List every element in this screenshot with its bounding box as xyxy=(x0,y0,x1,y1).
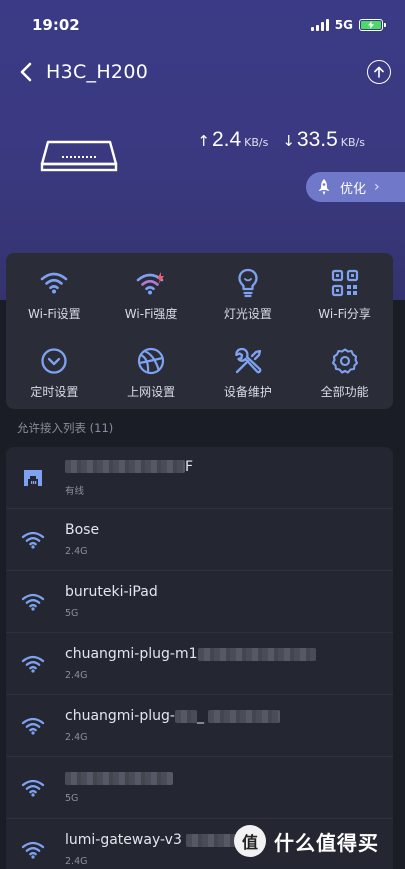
device-connection: 2.4G xyxy=(65,546,88,557)
device-name-line: lumi-gateway-v3 xyxy=(65,832,236,848)
optimize-button[interactable]: 优化 › xyxy=(306,172,405,202)
qr-code-icon xyxy=(331,269,358,296)
list-item[interactable]: 5G xyxy=(6,757,393,819)
rocket-icon xyxy=(318,179,330,195)
download-arrow-icon: ↓ xyxy=(282,132,295,150)
redacted-text xyxy=(207,709,280,723)
wifi-icon xyxy=(21,655,45,673)
device-name: chuangmi-plug- xyxy=(65,708,175,724)
clock-icon xyxy=(41,347,68,374)
quick-action-label: 设备维护 xyxy=(223,384,272,399)
quick-action-label: Wi-Fi设置 xyxy=(28,306,81,321)
signal-icon xyxy=(310,19,329,31)
list-item[interactable]: F 有线 xyxy=(6,447,393,509)
device-connection: 2.4G xyxy=(65,670,88,681)
firmware-upgrade-button[interactable] xyxy=(367,60,391,84)
status-bar: 19:02 5G xyxy=(0,0,405,50)
quick-action-label: Wi-Fi强度 xyxy=(124,306,178,321)
upload-speed-unit: KB/s xyxy=(244,136,269,149)
chevron-left-icon xyxy=(20,62,32,82)
device-name-line xyxy=(65,771,173,785)
allowed-devices-header: 允许接入列表 (11) xyxy=(17,421,114,435)
wifi-icon xyxy=(21,717,45,735)
wifi-icon xyxy=(21,779,45,797)
device-name-line: chuangmi-plug-m1 xyxy=(65,646,316,662)
device-name: F xyxy=(185,458,194,475)
quick-action-device-maintenance[interactable]: 设备维护 xyxy=(200,331,297,409)
wifi-icon xyxy=(21,841,45,859)
gear-icon xyxy=(331,347,358,374)
device-name: buruteki-iPad xyxy=(65,584,158,600)
status-time: 19:02 xyxy=(32,16,80,34)
site-watermark: 值 什么值得买 xyxy=(234,824,379,858)
redacted-text xyxy=(65,771,173,785)
wrench-icon xyxy=(235,347,262,373)
nav-bar: H3C_H200 xyxy=(0,50,405,94)
back-button[interactable] xyxy=(14,60,38,84)
status-indicators: 5G xyxy=(310,18,386,32)
device-name: lumi-gateway-v3 xyxy=(65,832,182,848)
globe-icon xyxy=(138,347,165,374)
allowed-devices-list: F 有线 Bose 2.4G buruteki-iPad 5G chuangmi… xyxy=(6,447,393,869)
watermark-logo: 值 xyxy=(234,825,266,857)
quick-action-wifi-strength[interactable]: Wi-Fi强度 xyxy=(103,253,200,331)
app-screen: 19:02 5G H3C_H200 ↑ 2.4 KB/s ↓ 33.5 KB/s… xyxy=(0,0,405,869)
quick-action-label: 上网设置 xyxy=(127,384,176,399)
device-name: Bose xyxy=(65,522,100,538)
arrow-up-icon xyxy=(374,66,384,78)
redacted-text xyxy=(65,460,185,473)
quick-action-wifi-settings[interactable]: Wi-Fi设置 xyxy=(6,253,103,331)
wifi-boost-icon xyxy=(136,271,165,294)
upload-arrow-icon: ↑ xyxy=(197,132,210,150)
quick-action-all-features[interactable]: 全部功能 xyxy=(296,331,393,409)
download-speed-value: 33.5 xyxy=(296,128,338,151)
wifi-icon xyxy=(21,531,45,549)
router-device-icon xyxy=(40,140,118,172)
redacted-text xyxy=(197,647,316,661)
lightbulb-icon xyxy=(238,268,258,297)
device-name-line: chuangmi-plug- _ xyxy=(65,708,280,724)
wifi-icon xyxy=(41,272,68,293)
device-connection: 有线 xyxy=(65,485,85,497)
redacted-text xyxy=(174,709,197,723)
device-name: chuangmi-plug-m1 xyxy=(65,646,198,662)
quick-action-label: 定时设置 xyxy=(30,384,79,399)
quick-action-timer-settings[interactable]: 定时设置 xyxy=(6,331,103,409)
quick-action-internet-settings[interactable]: 上网设置 xyxy=(103,331,200,409)
download-speed: ↓ 33.5 KB/s xyxy=(282,128,365,152)
quick-action-light-settings[interactable]: 灯光设置 xyxy=(200,253,297,331)
ethernet-icon xyxy=(24,469,42,486)
list-item[interactable]: buruteki-iPad 5G xyxy=(6,571,393,633)
upload-speed: ↑ 2.4 KB/s xyxy=(197,128,268,152)
device-connection: 5G xyxy=(65,608,79,619)
device-connection: 5G xyxy=(65,792,79,804)
page-title: H3C_H200 xyxy=(46,61,149,83)
upload-speed-value: 2.4 xyxy=(211,128,242,151)
quick-actions-panel: Wi-Fi设置 Wi-Fi强度 灯光设置 Wi-Fi分享 定时设置 上网设置 设… xyxy=(6,253,393,409)
watermark-text: 什么值得买 xyxy=(274,830,379,855)
quick-action-label: Wi-Fi分享 xyxy=(318,306,371,321)
device-connection: 2.4G xyxy=(65,732,88,743)
download-speed-unit: KB/s xyxy=(340,136,365,149)
quick-action-label: 全部功能 xyxy=(320,384,369,399)
watermark-logo-glyph: 值 xyxy=(241,833,258,852)
quick-action-wifi-share[interactable]: Wi-Fi分享 xyxy=(296,253,393,331)
network-type: 5G xyxy=(334,18,353,32)
charging-bolt-icon xyxy=(368,21,374,29)
device-name-line: F xyxy=(65,459,193,475)
list-item[interactable]: Bose 2.4G xyxy=(6,509,393,571)
redacted-text xyxy=(185,833,236,847)
quick-action-label: 灯光设置 xyxy=(223,306,272,321)
list-item[interactable]: chuangmi-plug- _ 2.4G xyxy=(6,695,393,757)
wifi-icon xyxy=(21,593,45,611)
device-name-suffix: _ xyxy=(196,708,204,724)
list-item[interactable]: chuangmi-plug-m1 2.4G xyxy=(6,633,393,695)
optimize-label: 优化 xyxy=(340,181,367,197)
battery-icon xyxy=(359,19,386,31)
chevron-right-icon: › xyxy=(374,179,380,195)
traffic-speeds: ↑ 2.4 KB/s ↓ 33.5 KB/s xyxy=(197,128,365,152)
device-connection: 2.4G xyxy=(65,856,88,867)
